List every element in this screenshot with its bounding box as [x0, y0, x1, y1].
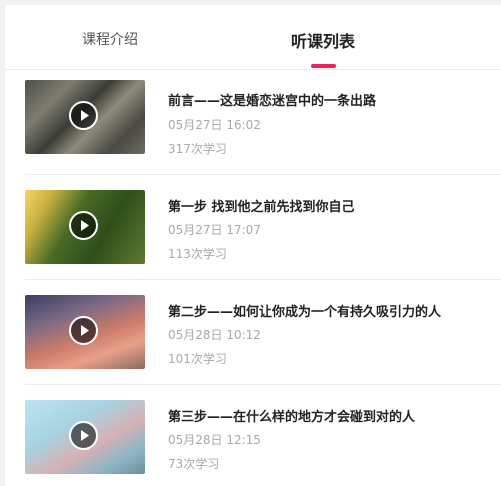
lesson-title[interactable]: 第一步 找到他之前先找到你自己 — [168, 196, 355, 215]
lesson-title[interactable]: 第二步——如何让你成为一个有持久吸引力的人 — [168, 301, 441, 320]
play-icon[interactable] — [69, 211, 98, 240]
lesson-date: 05月28日 10:12 — [168, 328, 261, 342]
active-tab-indicator — [311, 64, 336, 68]
lesson-title[interactable]: 第三步——在什么样的地方才会碰到对的人 — [168, 406, 415, 425]
tab-course-intro-label: 课程介绍 — [82, 32, 138, 48]
lesson-item[interactable]: 第三步——在什么样的地方才会碰到对的人 05月28日 12:15 73次学习 — [5, 385, 501, 486]
lesson-study-count: 317次学习 — [168, 142, 227, 156]
lesson-date: 05月28日 12:15 — [168, 433, 261, 447]
lesson-thumbnail[interactable] — [25, 295, 145, 369]
lesson-thumbnail[interactable] — [25, 190, 145, 264]
lesson-date: 05月27日 17:07 — [168, 223, 261, 237]
lesson-item[interactable]: 前言——这是婚恋迷宫中的一条出路 05月27日 16:02 317次学习 — [5, 70, 501, 175]
play-icon[interactable] — [69, 316, 98, 345]
tab-course-intro[interactable]: 课程介绍 — [5, 5, 253, 69]
lesson-study-count: 73次学习 — [168, 457, 220, 471]
tab-lesson-list-label: 听课列表 — [290, 32, 356, 51]
lesson-item[interactable]: 第一步 找到他之前先找到你自己 05月27日 17:07 113次学习 — [5, 175, 501, 280]
lesson-study-count: 101次学习 — [168, 352, 227, 366]
play-icon[interactable] — [69, 421, 98, 450]
course-panel: 课程介绍 听课列表 前言——这是婚恋迷宫中的一条出路 05月27日 16:02 … — [5, 5, 501, 486]
tab-lesson-list[interactable]: 听课列表 — [253, 5, 501, 69]
lesson-title[interactable]: 前言——这是婚恋迷宫中的一条出路 — [168, 90, 376, 109]
tab-bar: 课程介绍 听课列表 — [5, 5, 501, 70]
lesson-thumbnail[interactable] — [25, 400, 145, 474]
lesson-study-count: 113次学习 — [168, 247, 227, 261]
play-icon[interactable] — [69, 101, 98, 130]
lesson-item[interactable]: 第二步——如何让你成为一个有持久吸引力的人 05月28日 10:12 101次学… — [5, 280, 501, 385]
lesson-date: 05月27日 16:02 — [168, 118, 261, 132]
lesson-thumbnail[interactable] — [25, 80, 145, 154]
